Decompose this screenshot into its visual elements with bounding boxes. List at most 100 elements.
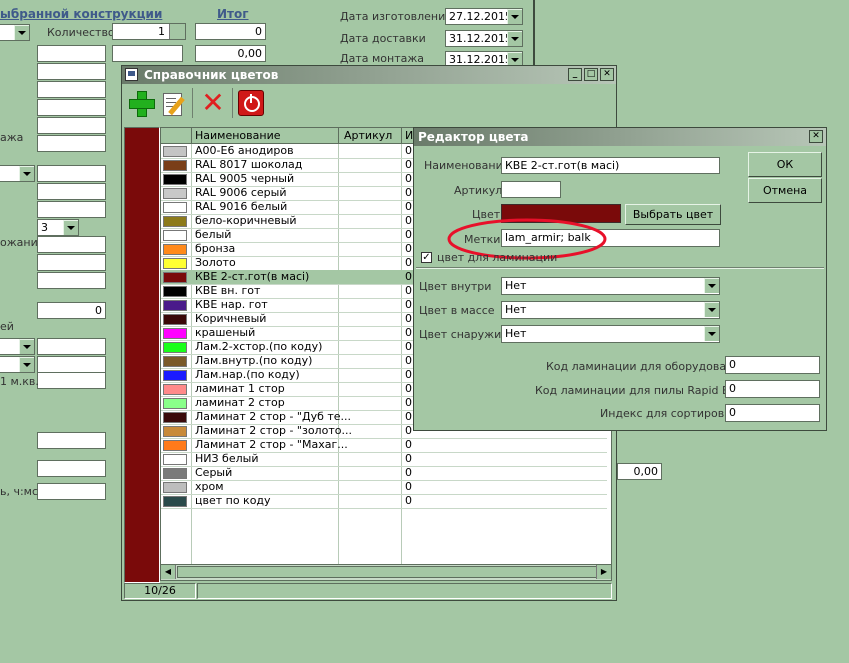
lamination-checkbox[interactable]: ✓ [421,252,432,263]
color-swatch-icon [163,454,187,465]
total-field-2[interactable]: 0,00 [195,45,266,62]
bg-combo[interactable] [0,338,35,355]
row-color-name: RAL 8017 шоколад [195,158,303,171]
row-color-name: НИЗ белый [195,452,259,465]
status-bar: 10/26 [124,583,612,599]
row-color-name: Лам.внутр.(по коду) [195,354,313,367]
row-flag: 0 [405,200,412,213]
color-swatch-icon [163,272,187,283]
row-color-name: хром [195,480,224,493]
lam-code-equipment-label: Код ламинации для оборудования [546,360,748,373]
article-input[interactable] [501,181,561,198]
row-flag: 0 [405,172,412,185]
field-empty-1[interactable] [112,45,183,62]
color-swatch-icon [163,342,187,353]
minimize-icon[interactable]: _ [568,68,582,81]
bg-field[interactable] [37,254,106,271]
date-mount-label: Дата монтажа [340,52,424,65]
scroll-left-icon[interactable]: ◀ [161,565,176,579]
row-color-name: Ламинат 2 стор - "Махаг... [195,438,348,451]
bg-field[interactable] [37,63,106,80]
table-row[interactable]: Ламинат 2 стор - "Махаг... 0 [161,438,607,453]
close-icon[interactable]: ✕ [600,68,614,81]
color-swatch-icon [163,412,187,423]
column-header-i[interactable]: И [405,129,413,142]
table-row[interactable]: цвет по коду 0 [161,494,607,509]
row-color-name: КВЕ 2-ст.гот(в масі) [195,270,310,283]
close-power-icon[interactable] [238,90,264,116]
delete-icon[interactable]: ✕ [200,89,226,117]
row-color-name: RAL 9006 серый [195,186,287,199]
date-delivery-label: Дата доставки [340,32,426,45]
quantity-field[interactable]: 1 [112,23,186,40]
label-mkv: 1 м.кв. [0,375,39,388]
column-header-name[interactable]: Наименование [195,129,280,142]
label-chms: ь, ч:мс [0,485,39,498]
combo-3[interactable]: 3 [37,219,79,236]
ok-button[interactable]: ОК [748,152,822,177]
bg-field[interactable] [37,135,106,152]
table-row[interactable]: хром 0 [161,480,607,495]
color-swatch-icon [163,314,187,325]
color-swatch-icon [163,384,187,395]
scroll-thumb[interactable] [177,566,597,578]
field-000-right[interactable]: 0,00 [617,463,662,480]
bg-field[interactable] [37,356,106,373]
color-outside-select[interactable]: Нет [501,325,720,343]
lam-code-equipment-input[interactable]: 0 [725,356,820,374]
row-color-name: бронза [195,242,236,255]
add-icon[interactable] [128,90,155,117]
color-swatch-icon [163,286,187,297]
cancel-button[interactable]: Отмена [748,178,822,203]
bg-field[interactable] [37,460,106,477]
scroll-right-icon[interactable]: ▶ [596,565,611,579]
row-flag: 0 [405,242,412,255]
row-color-name: Ламинат 2 стор - "золото... [195,424,352,437]
bg-combo[interactable] [0,356,35,373]
row-flag: 0 [405,466,412,479]
date-delivery-field[interactable]: 31.12.2015 [445,30,523,47]
bg-combo[interactable] [0,165,35,182]
horizontal-scrollbar[interactable]: ◀ ▶ [161,564,611,580]
color-mass-select[interactable]: Нет [501,301,720,319]
bg-field[interactable] [37,338,106,355]
row-color-name: Лам.2-хстор.(по коду) [195,340,323,353]
field-zero[interactable]: 0 [37,302,106,319]
editor-close-icon[interactable]: ✕ [809,130,823,143]
date-made-field[interactable]: 27.12.2015 [445,8,523,25]
name-input[interactable]: КВЕ 2-ст.гот(в масі) [501,157,720,174]
bg-field[interactable] [37,117,106,134]
lam-code-saw-input[interactable]: 0 [725,380,820,398]
row-color-name: RAL 9016 белый [195,200,288,213]
color-swatch-icon [163,496,187,507]
row-flag: 0 [405,354,412,367]
column-header-article[interactable]: Артикул [344,129,392,142]
sort-index-input[interactable]: 0 [725,404,820,422]
edit-icon[interactable] [160,90,186,116]
bg-field[interactable] [37,45,106,62]
color-swatch-icon [163,188,187,199]
total-field-1[interactable]: 0 [195,23,266,40]
bg-field[interactable] [37,432,106,449]
row-flag: 0 [405,396,412,409]
left-combo[interactable] [0,24,30,41]
row-color-name: крашеный [195,326,256,339]
color-swatch-icon [163,426,187,437]
color-inside-select[interactable]: Нет [501,277,720,295]
bg-field[interactable] [37,372,106,389]
row-flag: 0 [405,228,412,241]
bg-field[interactable] [37,183,106,200]
table-row[interactable]: Серый 0 [161,466,607,481]
table-row[interactable]: НИЗ белый 0 [161,452,607,467]
row-color-name: Лам.нар.(по коду) [195,368,300,381]
bg-field[interactable] [37,236,106,253]
color-swatch-icon [163,398,187,409]
bg-field[interactable] [37,81,106,98]
bg-field[interactable] [37,165,106,182]
bg-field[interactable] [37,99,106,116]
bg-field[interactable] [37,272,106,289]
bg-field[interactable] [37,483,106,500]
pick-color-button[interactable]: Выбрать цвет [625,204,721,225]
maximize-icon[interactable]: □ [584,68,598,81]
bg-field[interactable] [37,201,106,218]
